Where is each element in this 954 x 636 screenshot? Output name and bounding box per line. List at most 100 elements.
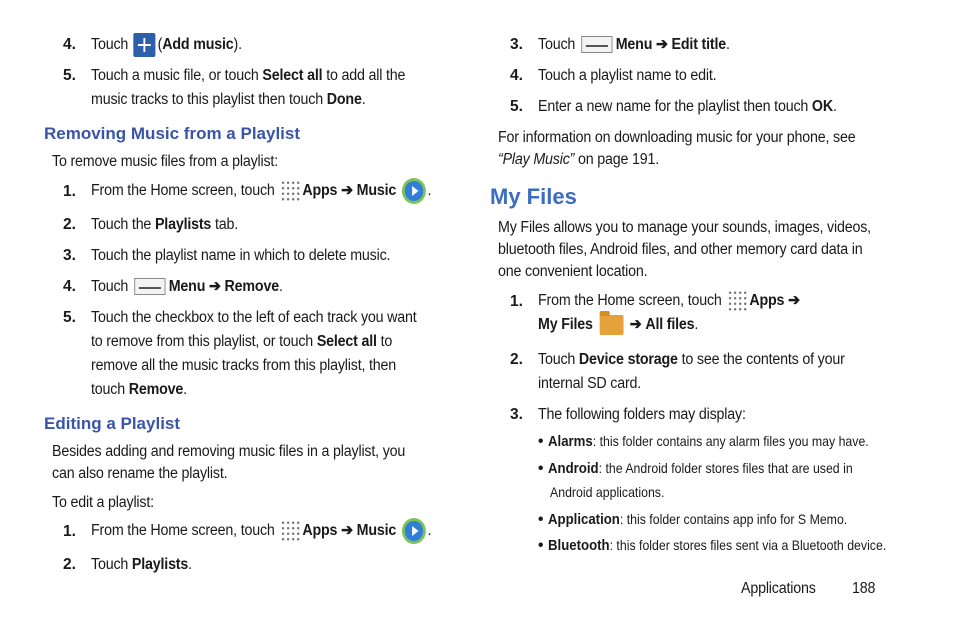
arrow-icon: ➔ (341, 522, 353, 540)
step-text: Touch the playlist name in which to dele… (91, 247, 391, 264)
text-span: music tracks to this playlist then touch (91, 91, 327, 108)
text-span: Touch a music file, or touch (91, 67, 263, 84)
paragraph-line: My Files allows you to manage your sound… (498, 219, 871, 236)
step-number: 1. (63, 183, 76, 200)
step-number: 5. (510, 98, 523, 115)
text-span: on page 191. (574, 151, 660, 168)
text-bold: OK (811, 98, 833, 115)
folder-description: : the Android folder stores files that a… (598, 460, 853, 476)
section-heading-edit: Editing a Playlist (44, 414, 181, 433)
step-number: 1. (510, 293, 523, 310)
paragraph-line: For information on downloading music for… (498, 129, 856, 146)
text-span: Touch (91, 556, 132, 573)
list-item: • Alarms: this folder contains any alarm… (538, 433, 912, 451)
step-text: Touch a playlist name to edit. (538, 67, 717, 84)
step-number: 5. (63, 67, 76, 84)
paragraph-line: “Play Music” on page 191. (498, 151, 659, 169)
step-text-pre: Touch (91, 36, 129, 54)
step-text: to remove from this playlist, or touch S… (91, 333, 392, 351)
menu-icon (581, 36, 613, 54)
step-text: Touch the Playlists tab. (91, 216, 238, 234)
arrow-icon: ➔ (341, 182, 353, 200)
step-number: 4. (63, 36, 76, 53)
text-bold: Playlists (154, 216, 212, 233)
text-bold: Apps (302, 182, 338, 200)
text-span: to see the contents of your (677, 351, 845, 368)
text-bold: Menu (168, 278, 206, 295)
folder-name: Android (547, 460, 599, 477)
step-text: internal SD card. (538, 375, 642, 392)
step-text: From the Home screen, touch Apps ➔ Music… (91, 518, 431, 544)
paragraph-line: can also rename the playlist. (52, 465, 228, 482)
text-bold: Select all (262, 67, 323, 84)
text-span: tab. (211, 216, 239, 233)
list-item: • Bluetooth: this folder stores files se… (538, 537, 932, 555)
text-bold: Remove (224, 278, 280, 295)
text-bold: Select all (316, 333, 377, 350)
step-number: 2. (63, 556, 76, 573)
section-heading-remove: Removing Music from a Playlist (44, 124, 301, 143)
text-span: From the Home screen, touch (91, 182, 275, 200)
section-intro: To remove music files from a playlist: (52, 153, 278, 170)
step-text: music tracks to this playlist then touch… (91, 91, 366, 109)
cross-reference-link[interactable]: “Play Music” (498, 151, 574, 168)
folder-description: : this folder contains app info for S Me… (619, 511, 848, 527)
text-bold: My Files (538, 316, 593, 333)
apps-grid-icon (280, 180, 301, 202)
page-section-title: My Files (490, 184, 577, 209)
step-number: 3. (510, 406, 523, 423)
step-number: 3. (63, 247, 76, 264)
folder-description: Android applications. (550, 484, 665, 500)
step-number: 2. (510, 351, 523, 368)
bullet-icon: • (538, 460, 544, 477)
text-span: . (361, 91, 366, 108)
text-bold: All files (645, 316, 695, 333)
step-text: touch Remove. (91, 381, 187, 399)
text-span: Touch (538, 36, 576, 53)
add-icon (133, 33, 156, 57)
bullet-icon: • (538, 537, 544, 554)
my-files-folder-icon (599, 310, 624, 335)
text-bold: Device storage (578, 351, 678, 368)
text-bold: Menu (615, 36, 653, 53)
step-text: From the Home screen, touch Apps ➔ Music… (91, 178, 431, 204)
text-span: to remove from this playlist, or touch (91, 333, 317, 350)
step-number: 3. (510, 36, 523, 53)
step-number: 1. (63, 523, 76, 540)
text-bold: Edit title (671, 36, 727, 53)
text-span: to add all the (322, 67, 406, 84)
add-music-label: Add music (162, 36, 234, 54)
text-bold: Remove (128, 381, 184, 398)
folder-name: Alarms (547, 433, 593, 450)
apps-grid-icon (280, 520, 301, 542)
step-text: The following folders may display: (538, 406, 746, 423)
text-bold: Music (356, 182, 397, 200)
step-number: 4. (63, 278, 76, 295)
step-text: remove all the music tracks from this pl… (91, 357, 397, 374)
arrow-icon: ➔ (656, 36, 668, 53)
folder-name: Application (547, 511, 620, 528)
list-item: • Android: the Android folder stores fil… (538, 460, 894, 478)
step-text: Touch (Add music). (91, 33, 242, 57)
step-text: Enter a new name for the playlist then t… (538, 98, 837, 116)
step-number: 5. (63, 309, 76, 326)
step-number: 2. (63, 216, 76, 233)
text-bold: Playlists (131, 556, 189, 573)
folder-description: : this folder stores files sent via a Bl… (609, 537, 887, 553)
paragraph-line: Besides adding and removing music files … (52, 443, 406, 460)
step-text: My Files ➔ All files. (538, 310, 699, 335)
text-span: Enter a new name for the playlist then t… (538, 98, 812, 115)
text-span: touch (91, 381, 129, 398)
arrow-icon: ➔ (629, 316, 642, 333)
text-span: From the Home screen, touch (538, 292, 722, 309)
footer-section-name: Applications (741, 580, 816, 597)
step-text: Touch Menu ➔ Edit title. (538, 36, 730, 54)
folder-name: Bluetooth (547, 537, 610, 554)
list-item: • Application: this folder contains app … (538, 511, 888, 529)
text-bold: Apps (749, 292, 785, 309)
text-span: . (832, 98, 837, 115)
text-span: From the Home screen, touch (91, 522, 275, 540)
text-bold: Done (326, 91, 362, 108)
arrow-icon: ➔ (788, 292, 800, 309)
step-text: Touch Device storage to see the contents… (538, 351, 845, 369)
